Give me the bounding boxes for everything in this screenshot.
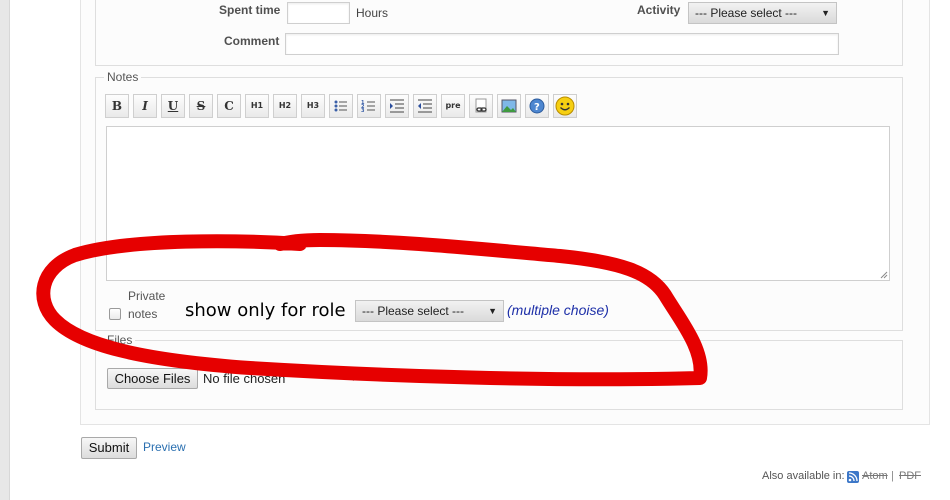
preview-link[interactable]: Preview [143,440,186,454]
feed-icon [847,471,859,483]
resize-handle-icon[interactable] [880,271,888,279]
private-notes-label-line1: Private [128,289,166,303]
time-entry-fieldset [95,0,903,66]
outdent-button[interactable] [413,94,437,118]
underline-button[interactable]: U [161,94,185,118]
help-icon: ? [529,98,545,114]
multiple-choise-note: (multiple choise) [507,302,609,318]
strikethrough-button[interactable]: S [189,94,213,118]
max-size-fragment: (Maxi [351,371,373,381]
ordered-list-icon: 123 [361,100,375,114]
ordered-list-button[interactable]: 123 [357,94,381,118]
heading3-button[interactable]: H3 [301,94,325,118]
indent-right-icon [390,99,404,113]
max-size-hint: 4.95 MB) [423,371,460,381]
role-select-value: --- Please select --- [362,304,465,318]
svg-text:3: 3 [361,108,365,114]
preformatted-button[interactable]: pre [441,94,465,118]
emoji-button[interactable] [553,94,577,118]
pdf-link[interactable]: PDF [899,470,921,482]
page-left-gutter [0,0,9,500]
notes-legend: Notes [104,70,142,84]
help-button[interactable]: ? [525,94,549,118]
notes-textarea[interactable] [106,126,890,281]
chevron-down-icon: ▼ [488,306,497,316]
choose-files-button[interactable]: Choose Files [107,368,198,389]
role-select[interactable]: --- Please select --- ▼ [355,300,504,322]
image-button[interactable] [497,94,521,118]
italic-button[interactable]: I [133,94,157,118]
files-legend: Files [104,333,136,347]
smiley-icon [555,96,575,116]
private-notes-checkbox[interactable] [109,308,121,320]
unordered-list-icon [334,100,347,112]
unordered-list-button[interactable] [329,94,353,118]
private-notes-label-line2: notes [128,307,158,321]
also-available-label: Also available in: [762,470,845,482]
heading1-button[interactable]: H1 [245,94,269,118]
inline-code-button[interactable]: C [217,94,241,118]
image-icon [501,99,517,113]
indent-button[interactable] [385,94,409,118]
link-icon [475,98,487,113]
atom-link[interactable]: Atom [862,470,888,482]
submit-button[interactable]: Submit [81,437,137,459]
footer-separator: | [891,470,894,482]
link-button[interactable] [469,94,493,118]
svg-text:?: ? [534,102,540,113]
indent-left-icon [418,99,432,113]
heading2-button[interactable]: H2 [273,94,297,118]
show-only-for-role-label: show only for role [185,300,346,321]
bold-button[interactable]: B [105,94,129,118]
no-file-chosen-label: No file chosen [203,371,286,386]
